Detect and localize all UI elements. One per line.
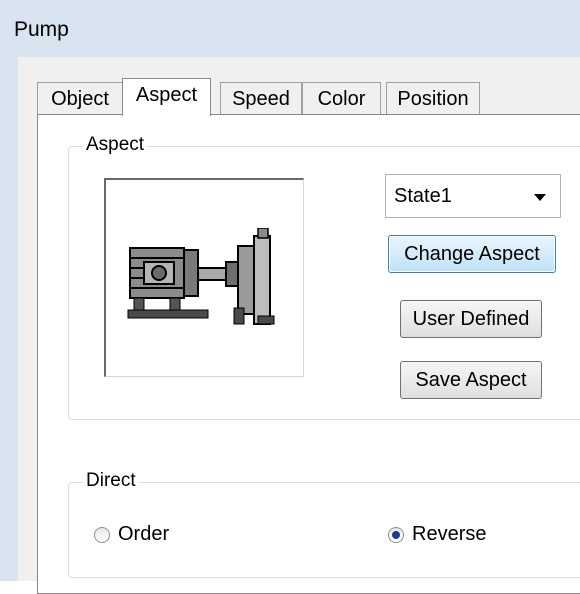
radio-reverse[interactable]: Reverse — [388, 523, 486, 546]
title-bar: Pump — [0, 0, 580, 57]
save-aspect-button[interactable]: Save Aspect — [400, 361, 542, 399]
direct-group-label: Direct — [83, 470, 139, 492]
tab-object[interactable]: Object — [37, 82, 123, 115]
window-frame-left — [0, 57, 18, 581]
radio-order[interactable]: Order — [94, 523, 169, 546]
radio-order-label: Order — [118, 523, 170, 545]
state-select-value: State1 — [394, 185, 452, 207]
tab-color[interactable]: Color — [302, 82, 381, 115]
user-defined-button[interactable]: User Defined — [400, 300, 542, 338]
tab-speed[interactable]: Speed — [220, 82, 302, 115]
tab-position[interactable]: Position — [386, 82, 480, 115]
radio-reverse-label: Reverse — [412, 523, 487, 545]
change-aspect-button[interactable]: Change Aspect — [388, 235, 556, 273]
radio-order-indicator[interactable] — [94, 526, 110, 543]
radio-reverse-indicator[interactable] — [388, 526, 404, 543]
chevron-down-icon[interactable] — [534, 194, 546, 201]
aspect-group-label: Aspect — [83, 134, 148, 156]
aspect-preview — [104, 178, 304, 377]
state-select[interactable]: State1 — [385, 174, 561, 218]
pump-motor-icon — [127, 228, 275, 325]
window-title: Pump — [14, 18, 69, 41]
tab-aspect[interactable]: Aspect — [122, 78, 211, 116]
